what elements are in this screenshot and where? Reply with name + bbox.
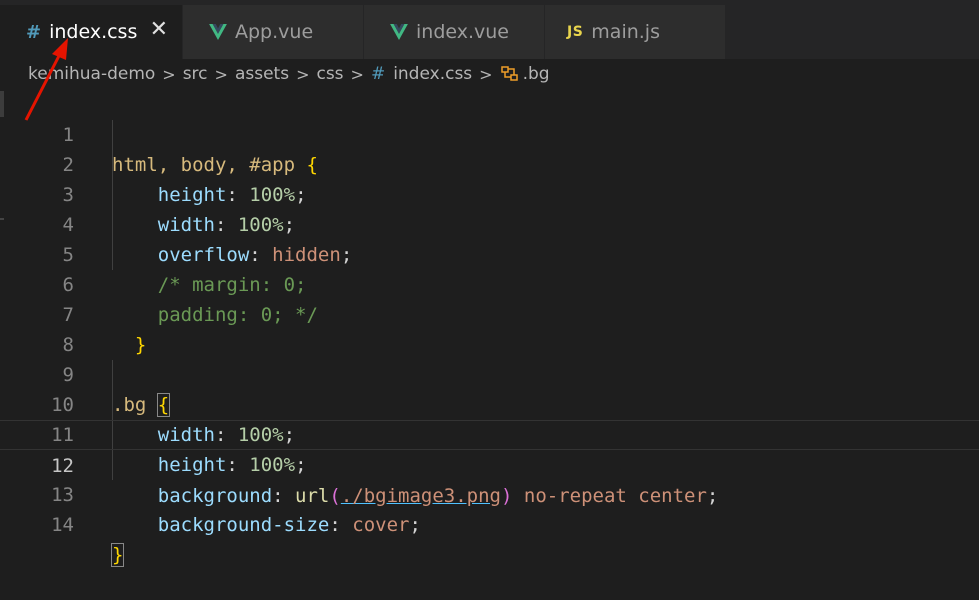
brace: }	[110, 543, 125, 567]
annotation-arrow-icon	[24, 38, 68, 121]
